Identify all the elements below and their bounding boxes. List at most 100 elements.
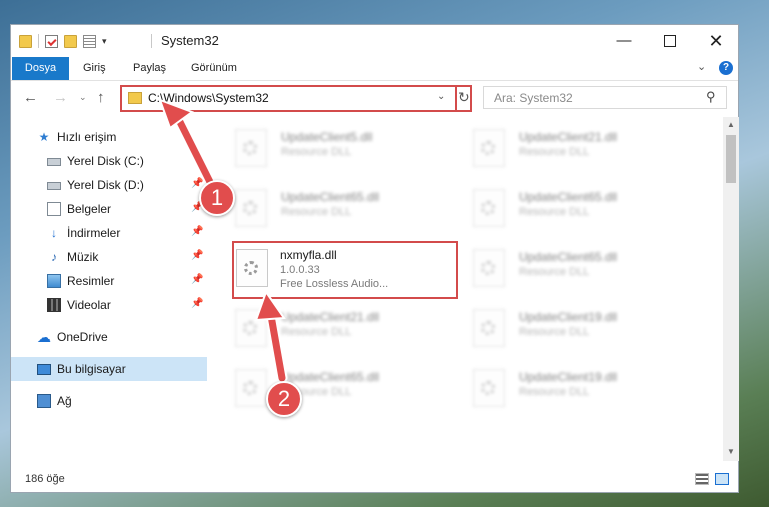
dll-file-icon <box>473 189 505 227</box>
up-button[interactable]: ↑ <box>97 89 105 106</box>
search-box[interactable]: Ara: System32 ⚲ <box>483 86 727 109</box>
videos-icon <box>47 298 61 312</box>
file-type: Resource DLL <box>281 146 352 158</box>
forward-button[interactable]: → <box>53 89 68 106</box>
sidebar-item-this-pc[interactable]: Bu bilgisayar <box>11 357 207 381</box>
folder-icon[interactable] <box>19 34 32 48</box>
step-one-badge: 1 <box>199 180 235 216</box>
dll-file-icon <box>235 129 267 167</box>
file-explorer-window: ▾ System32 — ✕ Dosya Giriş Paylaş Görünü… <box>10 24 739 493</box>
refresh-icon[interactable]: ↻ <box>458 89 470 106</box>
file-name: UpdateClient19.dll <box>519 310 618 324</box>
file-name: UpdateClient5.dll <box>281 130 373 144</box>
search-icon[interactable]: ⚲ <box>706 89 716 105</box>
address-bar[interactable]: C:\Windows\System32 ⌄ ↻ <box>120 85 472 112</box>
sidebar-item-music[interactable]: ♪ Müzik 📌 <box>11 245 207 269</box>
expand-ribbon-chevron-icon[interactable]: ⌄ <box>697 60 706 73</box>
file-tile[interactable]: UpdateClient65.dll Resource DLL <box>231 361 461 413</box>
search-input[interactable]: Ara: System32 <box>494 91 573 105</box>
sidebar-item-downloads[interactable]: ↓ İndirmeler 📌 <box>11 221 207 245</box>
dll-file-icon <box>235 309 267 347</box>
minimize-button[interactable]: — <box>601 25 647 57</box>
file-type: Resource DLL <box>519 326 590 338</box>
rename-icon[interactable] <box>83 34 96 48</box>
sidebar-item-local-disk-c[interactable]: Yerel Disk (C:) <box>11 149 207 173</box>
tab-file[interactable]: Dosya <box>12 57 69 80</box>
dll-file-icon <box>473 129 505 167</box>
scroll-down-icon[interactable]: ▼ <box>727 447 735 456</box>
file-name: UpdateClient65.dll <box>519 250 618 264</box>
file-tile[interactable]: UpdateClient19.dll Resource DLL <box>469 361 699 413</box>
file-tile[interactable]: UpdateClient65.dll Resource DLL <box>469 241 699 293</box>
documents-icon <box>47 202 61 216</box>
sidebar-item-label: Videolar <box>67 298 111 312</box>
file-description: Free Lossless Audio... <box>280 278 389 290</box>
recent-locations-chevron-icon[interactable]: ⌄ <box>79 92 87 103</box>
sidebar-item-network[interactable]: Ağ <box>11 389 207 413</box>
downloads-icon: ↓ <box>51 226 57 240</box>
sidebar-item-label: Resimler <box>67 274 115 288</box>
file-name: UpdateClient65.dll <box>519 190 618 204</box>
music-icon: ♪ <box>51 250 57 264</box>
maximize-button[interactable] <box>647 25 693 57</box>
file-tile[interactable]: UpdateClient65.dll Resource DLL <box>469 181 699 233</box>
dll-file-icon <box>236 249 268 287</box>
address-path[interactable]: C:\Windows\System32 <box>148 91 269 105</box>
properties-check-icon[interactable] <box>45 34 58 48</box>
file-type: Resource DLL <box>519 206 590 218</box>
dll-file-icon <box>473 249 505 287</box>
network-icon <box>37 394 51 408</box>
dll-file-icon <box>473 369 505 407</box>
navigation-bar: ← → ⌄ ↑ C:\Windows\System32 ⌄ ↻ Ara: Sys… <box>11 81 738 117</box>
sidebar-item-quick-access[interactable]: ★ Hızlı erişim <box>11 125 207 149</box>
ribbon-tabs: Dosya Giriş Paylaş Görünüm ⌄ ? <box>11 57 738 81</box>
quick-access-toolbar: ▾ <box>19 34 107 48</box>
address-dropdown-chevron-icon[interactable]: ⌄ <box>437 91 445 102</box>
sidebar-item-label: İndirmeler <box>67 226 121 240</box>
details-view-icon[interactable] <box>695 473 709 485</box>
scroll-up-icon[interactable]: ▲ <box>727 120 735 129</box>
file-type: Resource DLL <box>519 386 590 398</box>
onedrive-icon: ☁ <box>37 329 51 345</box>
sidebar-item-local-disk-d[interactable]: Yerel Disk (D:) 📌 <box>11 173 207 197</box>
pictures-icon <box>47 274 61 288</box>
drive-icon <box>47 158 61 166</box>
new-folder-icon[interactable] <box>64 34 77 48</box>
sidebar-item-videos[interactable]: Videolar 📌 <box>11 293 207 317</box>
sidebar-item-pictures[interactable]: Resimler 📌 <box>11 269 207 293</box>
pin-icon[interactable]: 📌 <box>191 250 203 261</box>
file-type: Resource DLL <box>519 266 590 278</box>
tab-view[interactable]: Görünüm <box>191 57 237 80</box>
tab-home[interactable]: Giriş <box>83 57 106 80</box>
pin-icon[interactable]: 📌 <box>191 274 203 285</box>
help-icon[interactable]: ? <box>719 61 733 75</box>
address-divider <box>455 87 457 110</box>
sidebar-item-label: Bu bilgisayar <box>57 362 126 376</box>
back-button[interactable]: ← <box>23 89 38 106</box>
tab-share[interactable]: Paylaş <box>133 57 166 80</box>
file-tile[interactable]: UpdateClient21.dll Resource DLL <box>469 121 699 173</box>
file-tile[interactable]: UpdateClient5.dll Resource DLL <box>231 121 461 173</box>
file-tile[interactable]: UpdateClient19.dll Resource DLL <box>469 301 699 353</box>
sidebar-item-label: Belgeler <box>67 202 112 216</box>
customize-toolbar-chevron-icon[interactable]: ▾ <box>102 36 107 47</box>
item-count: 186 öğe <box>25 473 65 485</box>
sidebar-item-onedrive[interactable]: ☁ OneDrive <box>11 325 207 349</box>
file-name: nxmyfla.dll <box>280 248 337 262</box>
file-tile[interactable]: UpdateClient21.dll Resource DLL <box>231 301 461 353</box>
file-type: Resource DLL <box>281 206 352 218</box>
file-type: Resource DLL <box>519 146 590 158</box>
title-bar: ▾ System32 — ✕ <box>11 25 738 57</box>
scrollbar-thumb[interactable] <box>726 135 736 183</box>
vertical-scrollbar[interactable]: ▲ ▼ <box>723 117 739 461</box>
sidebar-item-label: OneDrive <box>57 330 108 344</box>
close-button[interactable]: ✕ <box>693 25 739 57</box>
highlighted-file-tile[interactable]: nxmyfla.dll 1.0.0.33 Free Lossless Audio… <box>232 241 458 299</box>
tiles-view-icon[interactable] <box>715 473 729 485</box>
this-pc-icon <box>37 364 51 375</box>
dll-file-icon <box>235 189 267 227</box>
pin-icon[interactable]: 📌 <box>191 298 203 309</box>
pin-icon[interactable]: 📌 <box>191 226 203 237</box>
sidebar-item-documents[interactable]: Belgeler 📌 <box>11 197 207 221</box>
file-tile[interactable]: UpdateClient65.dll Resource DLL <box>231 181 461 233</box>
